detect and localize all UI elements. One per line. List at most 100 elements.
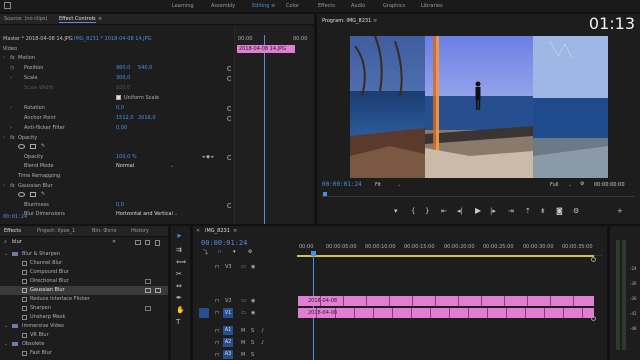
tab-effect-controls[interactable]: Effect Controls: [59, 16, 96, 23]
expand-motion-icon[interactable]: ›: [3, 55, 5, 61]
track-label[interactable]: A2: [223, 338, 233, 347]
hand-tool-icon[interactable]: ✋: [176, 306, 185, 314]
expand-antiflicker-icon[interactable]: ›: [10, 125, 12, 131]
lift-icon[interactable]: ⇡: [525, 207, 531, 215]
lock-icon[interactable]: ⊓: [215, 352, 219, 358]
reset-anchor-icon[interactable]: [227, 116, 232, 121]
play-icon[interactable]: ▶: [475, 206, 481, 215]
scale-value[interactable]: 300,0: [116, 75, 130, 81]
clips-v2[interactable]: 2018-04-08: [298, 296, 594, 306]
effect-item-vr-blur[interactable]: VR Blur: [0, 331, 168, 340]
position-x[interactable]: 960,0: [116, 65, 130, 71]
blurriness-value[interactable]: 0,0: [116, 202, 124, 208]
workspace-learning[interactable]: Learning: [172, 3, 194, 9]
sync-lock-icon[interactable]: ▭: [241, 298, 246, 304]
mic-icon[interactable]: ♪: [261, 328, 264, 334]
wrench-icon[interactable]: ⚙: [580, 181, 584, 187]
pen-mask-icon[interactable]: ✎: [41, 143, 45, 149]
program-menu-icon[interactable]: ≡: [373, 18, 377, 24]
ec-clip-bar[interactable]: 2018-04-08 14.JPG: [237, 45, 295, 53]
source-patch-v1[interactable]: [199, 308, 209, 318]
reset-position-icon[interactable]: [227, 66, 232, 71]
expand-rotation-icon[interactable]: ›: [10, 105, 12, 111]
mark-out-icon[interactable]: }: [425, 207, 429, 215]
reset-scale-icon[interactable]: [227, 76, 232, 81]
new-item-icon[interactable]: [145, 240, 150, 245]
gb-ellipse-mask-icon[interactable]: [18, 192, 25, 197]
lock-icon[interactable]: ⊓: [215, 328, 219, 334]
chevron-down-icon[interactable]: ⌄: [4, 341, 8, 347]
tab-bin[interactable]: Bin: Фото: [92, 228, 117, 234]
workspace-graphics[interactable]: Graphics: [383, 3, 405, 9]
tab-sequence[interactable]: IMG_8231: [205, 228, 230, 234]
program-timecode[interactable]: 00:00:01:24: [322, 181, 362, 188]
workspace-audio[interactable]: Audio: [351, 3, 365, 9]
effect-item-gaussian-blur[interactable]: Gaussian Blur: [0, 286, 168, 295]
home-icon[interactable]: [4, 2, 11, 9]
quality-select[interactable]: Full: [550, 182, 559, 188]
clip-name[interactable]: IMG_8231 * 2018-04-08 14.JPG: [74, 36, 152, 42]
effect-item-fast-blur[interactable]: Fast Blur: [0, 349, 168, 358]
mic-icon[interactable]: ♪: [261, 340, 264, 346]
zoom-handle[interactable]: [591, 257, 596, 262]
new-bin-icon[interactable]: [135, 240, 141, 245]
workspace-libraries[interactable]: Libraries: [421, 3, 443, 9]
camera-icon[interactable]: ◙: [556, 207, 563, 215]
rotation-value[interactable]: 0,0: [116, 105, 124, 111]
sync-lock-icon[interactable]: ▭: [241, 310, 246, 316]
close-sequence-icon[interactable]: ✕: [196, 228, 200, 234]
razor-tool-icon[interactable]: ✂: [176, 270, 182, 278]
selection-tool-icon[interactable]: ➤: [176, 232, 182, 240]
blur-dimensions-select[interactable]: Horizontal and Vertical: [116, 211, 173, 217]
ec-playhead[interactable]: [264, 35, 265, 224]
uniform-scale-checkbox[interactable]: [116, 95, 121, 100]
linked-selection-icon[interactable]: ∩: [218, 249, 222, 255]
workspace-color[interactable]: Color: [286, 3, 299, 9]
chevron-down-icon[interactable]: ⌄: [397, 182, 401, 188]
clips-v1[interactable]: 2018-04-08: [298, 308, 594, 318]
solo-button[interactable]: S: [251, 328, 254, 334]
wrench-icon[interactable]: ⚙: [248, 249, 252, 255]
mark-in-icon[interactable]: {: [411, 207, 415, 215]
track-label[interactable]: A1: [223, 326, 233, 335]
effect-item-blur-sharpen[interactable]: ⌄ Blur & Sharpen: [0, 250, 168, 259]
effect-item-channel-blur[interactable]: Channel Blur: [0, 259, 168, 268]
timeline-timecode[interactable]: 00:00:01:24: [201, 239, 247, 247]
track-label[interactable]: A3: [223, 350, 233, 359]
gb-pen-mask-icon[interactable]: ✎: [41, 191, 45, 197]
effect-item-immersive-video[interactable]: ⌄ Immersive Video: [0, 322, 168, 331]
workspace-menu-icon[interactable]: ≡: [271, 3, 275, 9]
anti-flicker-value[interactable]: 0,00: [116, 125, 127, 131]
panel-menu-icon[interactable]: ≡: [98, 16, 102, 22]
effect-item-unsharp-mask[interactable]: Unsharp Mask: [0, 313, 168, 322]
sync-lock-icon[interactable]: ▭: [241, 264, 246, 270]
rect-mask-icon[interactable]: [30, 144, 36, 149]
chevron-down-icon[interactable]: ⌄: [170, 163, 174, 169]
clear-search-icon[interactable]: ✕: [112, 239, 116, 245]
settings-icon[interactable]: ⚙: [573, 207, 579, 215]
track-label[interactable]: V1: [223, 308, 233, 318]
workspace-assembly[interactable]: Assembly: [211, 3, 235, 9]
mute-button[interactable]: M: [241, 340, 245, 346]
solo-button[interactable]: S: [251, 340, 254, 346]
stopwatch-icon[interactable]: ◷: [10, 65, 14, 71]
lock-icon[interactable]: ⊓: [215, 264, 219, 270]
delete-icon[interactable]: [155, 240, 160, 246]
effect-item-directional-blur[interactable]: Directional Blur: [0, 277, 168, 286]
search-input[interactable]: blur: [11, 239, 111, 246]
opacity-value[interactable]: 100,0 %: [116, 154, 137, 160]
lock-icon[interactable]: ⊓: [215, 298, 219, 304]
track-label[interactable]: V3: [225, 264, 232, 270]
blend-mode-select[interactable]: Normal: [116, 163, 176, 169]
tab-project[interactable]: Project: Урок_1: [37, 228, 75, 234]
reset-rotation-icon[interactable]: [227, 106, 232, 111]
chevron-down-icon[interactable]: ⌄: [4, 323, 8, 329]
ec-timecode[interactable]: 00:01:24: [3, 214, 27, 220]
ripple-edit-tool-icon[interactable]: ⟺: [176, 258, 186, 266]
expand-gaussian-icon[interactable]: ›: [3, 183, 5, 189]
tab-history[interactable]: History: [131, 228, 149, 234]
chevron-down-icon[interactable]: ⌄: [568, 182, 572, 188]
reset-blurriness-icon[interactable]: [227, 203, 232, 208]
expand-scale-icon[interactable]: ›: [10, 75, 12, 81]
program-scrubber[interactable]: [322, 196, 634, 197]
